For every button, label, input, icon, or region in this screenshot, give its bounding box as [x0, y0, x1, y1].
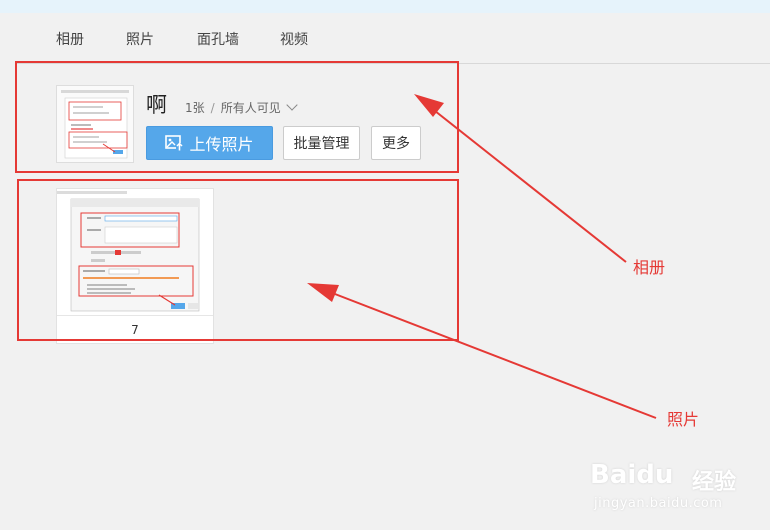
arrow-line-photo	[321, 288, 657, 419]
watermark-brand: Baidu	[590, 460, 674, 490]
annotation-photo-label: 照片	[667, 410, 700, 429]
arrow-line-album	[429, 106, 627, 263]
arrow-head-photo	[307, 283, 339, 302]
watermark-cn: 经验	[692, 470, 737, 495]
annotation-album-label: 相册	[633, 258, 666, 277]
baidu-watermark: Baidu 经验 jingyan.baidu.com	[590, 460, 760, 520]
watermark-url: jingyan.baidu.com	[594, 496, 723, 511]
